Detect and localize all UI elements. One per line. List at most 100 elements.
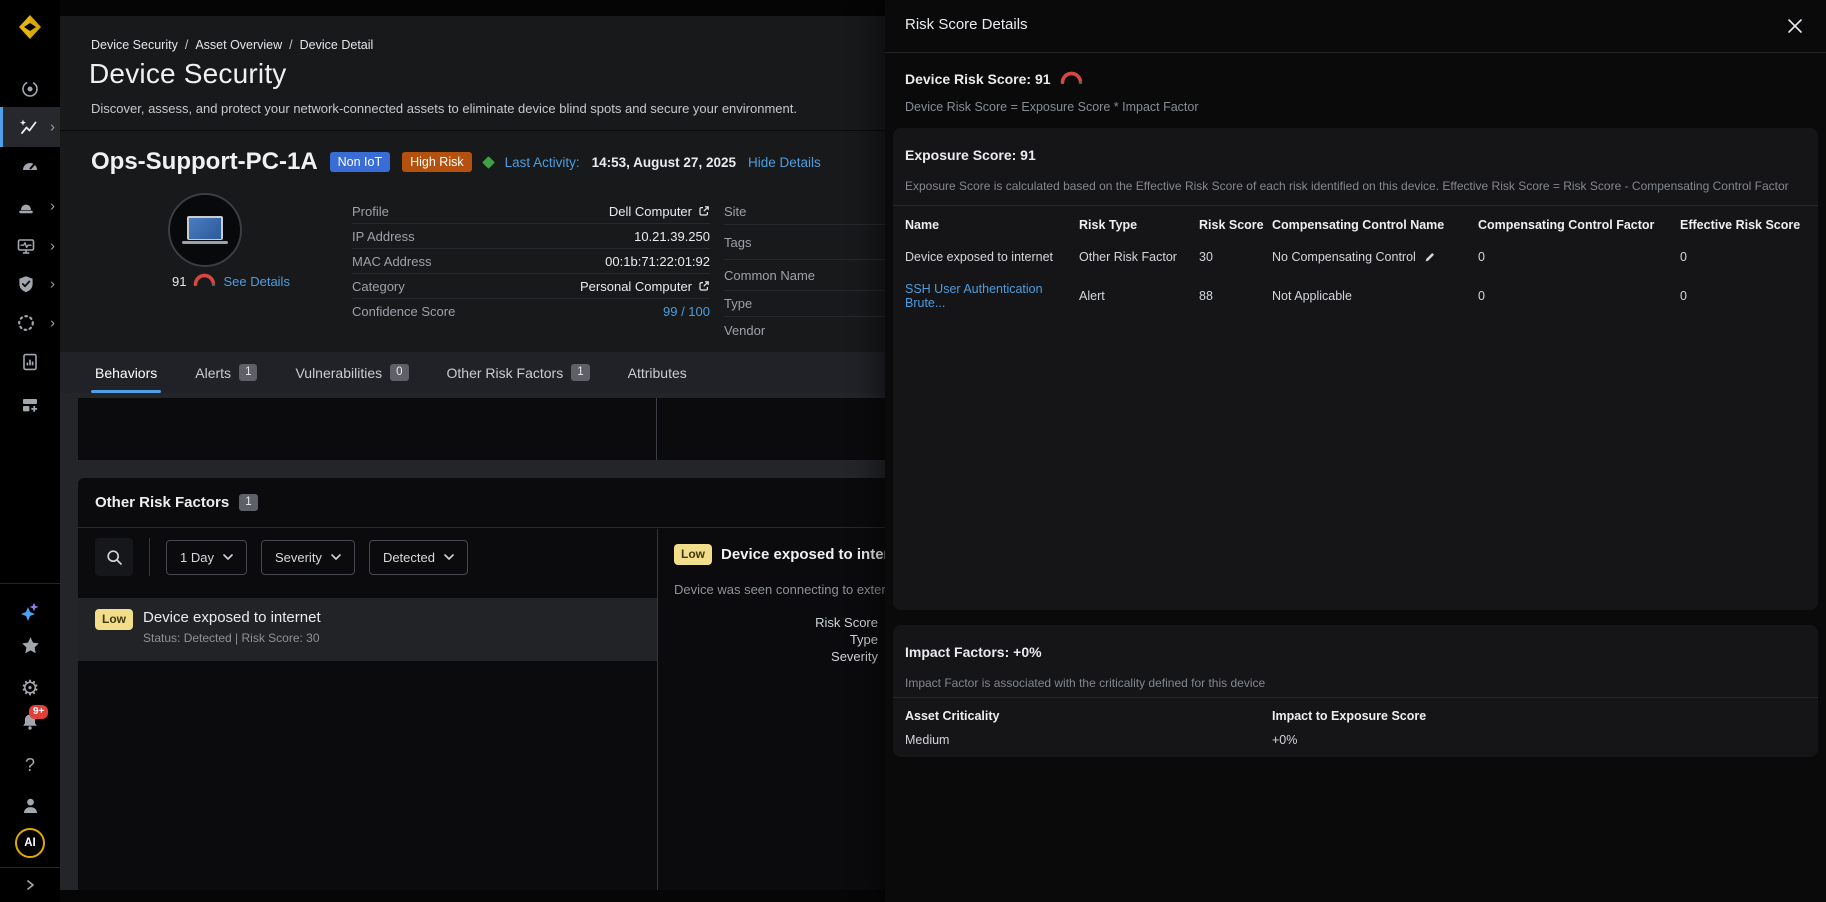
laptop-icon [187,216,223,240]
logo-icon [13,10,47,44]
sidebar-item-favorites[interactable] [0,625,60,665]
impact-factors-title: Impact Factors: +0% [905,644,1042,660]
list-detail-divider [657,529,658,890]
field-row-ip: IP Address 10.21.39.250 [352,224,710,249]
confidence-score-value[interactable]: 99 / 100 [663,304,710,319]
time-range-dropdown[interactable]: 1 Day [166,540,247,575]
chevron-right-icon [23,878,37,892]
device-security-icon [18,117,38,137]
device-risk-score-heading: Device Risk Score: 91 [905,71,1051,87]
field-row-mac: MAC Address 00:1b:71:22:01:92 [352,249,710,274]
sidebar-item-dashboards[interactable] [0,146,60,186]
external-link-icon[interactable] [698,205,710,217]
risk-type: Alert [1079,289,1199,303]
detail-title: Device exposed to internet [721,546,912,563]
column-header: Risk Score [1199,218,1272,232]
tab-attributes[interactable]: Attributes [628,352,687,393]
search-icon [106,549,123,566]
shield-check-icon [16,274,36,294]
severity-dropdown[interactable]: Severity [261,540,355,575]
edit-pencil-icon[interactable] [1424,251,1436,263]
device-name: Ops-Support-PC-1A [91,148,318,176]
dashboard-plus-icon [20,395,40,415]
risk-type: Other Risk Factor [1079,250,1199,264]
hide-details-link[interactable]: Hide Details [748,155,821,170]
tab-other-risk-factors[interactable]: Other Risk Factors1 [447,352,590,393]
field-label: Type [724,296,752,311]
external-link-icon[interactable] [698,280,710,292]
field-label: Profile [352,204,389,219]
impact-factors-card: Impact Factors: +0% Impact Factor is ass… [893,625,1818,757]
user-icon [20,795,41,816]
sidebar-item-discover[interactable] [0,69,60,109]
risk-factor-list-item[interactable]: Low Device exposed to internet Status: D… [78,598,657,661]
sidebar-item-notifications[interactable]: 9+ [0,702,60,742]
risk-name-link[interactable]: SSH User Authentication Brute... [905,282,1079,310]
detail-label-risk-score: Risk Score [674,614,878,631]
field-label: Vendor [724,323,765,338]
tab-vulnerabilities[interactable]: Vulnerabilities0 [295,352,408,393]
risk-gauge-icon [1060,71,1083,87]
online-status-icon [482,156,495,169]
effective-risk-score: 0 [1680,289,1808,303]
ip-address-value: 10.21.39.250 [634,229,710,244]
sidebar-item-integrations[interactable]: › [0,303,60,343]
field-label: Confidence Score [352,304,455,319]
field-row-profile: Profile Dell Computer [352,199,710,224]
device-fields-left: Profile Dell Computer IP Address 10.21.3… [352,199,710,324]
risk-gauge-icon [193,273,216,289]
impact-factors-description: Impact Factor is associated with the cri… [905,676,1806,690]
close-icon [1787,18,1803,34]
column-header: Name [905,218,1079,232]
sidebar-item-compliance[interactable]: › [0,264,60,304]
app-logo[interactable] [0,7,60,47]
breadcrumb-asset-overview[interactable]: Asset Overview [195,38,282,52]
column-header: Asset Criticality [905,709,1272,723]
close-button[interactable] [1784,15,1806,37]
breadcrumb-device-security[interactable]: Device Security [91,38,178,52]
breadcrumb-device-detail[interactable]: Device Detail [300,38,374,52]
profile-value[interactable]: Dell Computer [609,204,692,219]
column-header: Compensating Control Factor [1478,218,1680,232]
table-row: Device exposed to internet Other Risk Fa… [905,250,1808,264]
panel-divider [656,398,657,460]
impact-table-header: Asset Criticality Impact to Exposure Sco… [905,709,1808,723]
risk-level-badge: High Risk [402,152,472,172]
search-button[interactable] [95,538,133,576]
sidebar-item-monitoring[interactable]: › [0,226,60,266]
column-header: Risk Type [1079,218,1199,232]
sidebar-item-alerts[interactable]: › [0,186,60,226]
detail-label-type: Type [674,631,878,648]
question-mark-icon: ? [25,755,35,776]
table-row: SSH User Authentication Brute... Alert 8… [905,282,1808,310]
breadcrumb-separator: / [289,38,292,52]
divider [893,697,1818,698]
chevron-right-icon: › [50,199,55,214]
sidebar-item-help[interactable]: ? [0,745,60,785]
column-header: Impact to Exposure Score [1272,709,1808,723]
chevron-right-icon: › [50,277,55,292]
breadcrumb: Device Security / Asset Overview / Devic… [91,38,373,52]
sidebar-item-workspace[interactable] [0,385,60,425]
risk-score: 30 [1199,250,1272,264]
sidebar-item-ai-profile[interactable]: AI [0,823,60,863]
table-row: Medium +0% [905,733,1808,747]
control-factor: 0 [1478,289,1680,303]
column-header: Effective Risk Score [1680,218,1808,232]
sidebar-item-user[interactable] [0,785,60,825]
risk-name: Device exposed to internet [905,250,1079,264]
tab-behaviors[interactable]: Behaviors [95,352,157,393]
tab-alerts[interactable]: Alerts1 [195,352,257,393]
field-row-category: Category Personal Computer [352,274,710,299]
category-value[interactable]: Personal Computer [580,279,692,294]
exposure-table-header: Name Risk Type Risk Score Compensating C… [905,218,1808,232]
sidebar-item-reports[interactable] [0,342,60,382]
page-description: Discover, assess, and protect your netwo… [91,101,797,116]
sidebar-divider [0,867,60,868]
see-details-link[interactable]: See Details [223,274,289,289]
status-dropdown[interactable]: Detected [369,540,468,575]
detail-label-severity: Severity [674,648,878,665]
sidebar-item-device-security[interactable]: › [0,107,60,147]
tab-count-badge: 1 [571,364,589,382]
sidebar-collapse-button[interactable] [0,871,60,899]
